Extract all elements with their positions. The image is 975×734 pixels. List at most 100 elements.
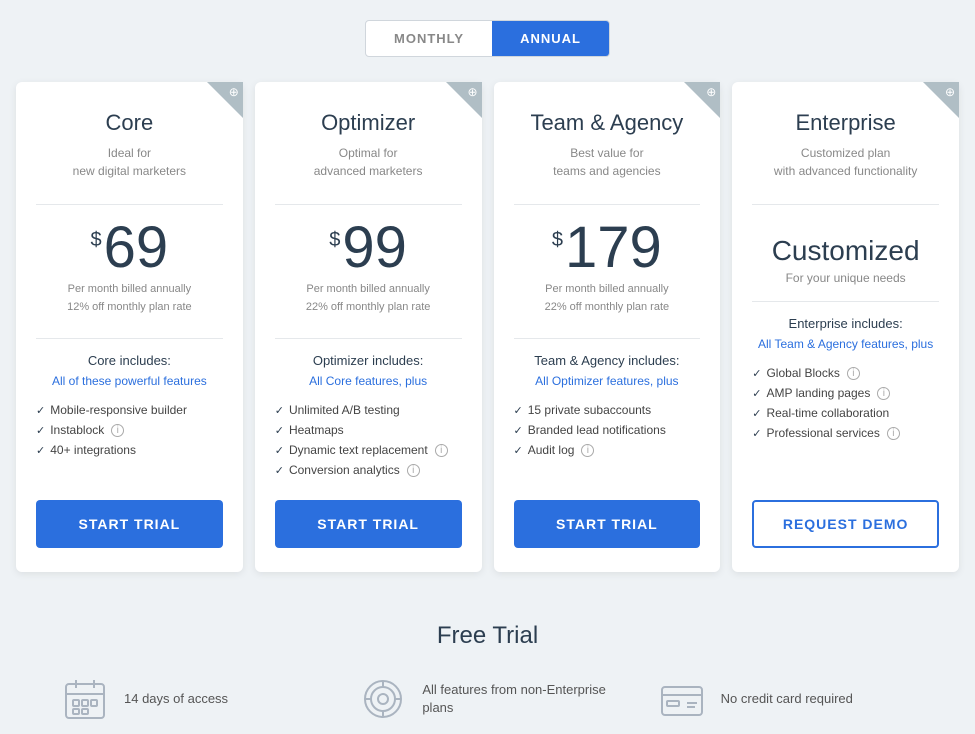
includes-label-core: Core includes: xyxy=(36,353,223,368)
price-custom-enterprise: Customized xyxy=(752,219,939,271)
free-trial-icon-calendar xyxy=(60,674,110,724)
free-trial-item-0: 14 days of access xyxy=(40,674,338,724)
feature-item: ✓ Audit log i xyxy=(514,440,701,460)
includes-link-team-agency[interactable]: All Optimizer features, plus xyxy=(514,374,701,388)
start-trial-btn-optimizer[interactable]: START TRIAL xyxy=(275,500,462,548)
checkmark-icon: ✓ xyxy=(514,404,523,417)
features-list-optimizer: ✓ Unlimited A/B testing ✓ Heatmaps ✓ Dyn… xyxy=(275,400,462,480)
info-icon[interactable]: i xyxy=(847,367,860,380)
feature-text: Branded lead notifications xyxy=(528,423,666,437)
feature-item: ✓ Instablock i xyxy=(36,420,223,440)
price-block-team-agency: $ 179 xyxy=(514,219,701,277)
free-trial-item-1: All features from non-Enterprise plans xyxy=(338,674,636,724)
feature-item: ✓ Unlimited A/B testing xyxy=(275,400,462,420)
info-icon[interactable]: i xyxy=(581,444,594,457)
plan-card-team-agency: ⊕ Team & Agency Best value forteams and … xyxy=(494,82,721,572)
feature-item: ✓ 40+ integrations xyxy=(36,440,223,460)
billing-note-core: Per month billed annually12% off monthly… xyxy=(36,281,223,316)
divider-mid-team-agency xyxy=(514,338,701,339)
divider-top-core xyxy=(36,204,223,205)
includes-label-optimizer: Optimizer includes: xyxy=(275,353,462,368)
plans-grid: ⊕ Core Ideal fornew digital marketers $ … xyxy=(0,82,975,572)
request-demo-btn-enterprise[interactable]: REQUEST DEMO xyxy=(752,500,939,548)
plan-tagline-enterprise: Customized planwith advanced functionali… xyxy=(752,144,939,180)
price-dollar-optimizer: $ xyxy=(329,229,340,252)
plan-name-team-agency: Team & Agency xyxy=(514,110,701,136)
checkmark-icon: ✓ xyxy=(275,464,284,477)
start-trial-btn-core[interactable]: START TRIAL xyxy=(36,500,223,548)
plan-badge-enterprise: ⊕ xyxy=(923,82,959,118)
includes-label-team-agency: Team & Agency includes: xyxy=(514,353,701,368)
checkmark-icon: ✓ xyxy=(275,444,284,457)
plan-tagline-core: Ideal fornew digital marketers xyxy=(36,144,223,180)
free-trial-text-0: 14 days of access xyxy=(124,690,228,708)
divider-mid-optimizer xyxy=(275,338,462,339)
feature-text: 40+ integrations xyxy=(50,443,136,457)
page-wrapper: MONTHLY ANNUAL ⊕ Core Ideal fornew digit… xyxy=(0,0,975,734)
feature-item: ✓ Real-time collaboration xyxy=(752,403,939,423)
price-amount-team-agency: 179 xyxy=(565,219,662,277)
free-trial-features: 14 days of access All features from non-… xyxy=(0,674,975,724)
badge-icon-optimizer: ⊕ xyxy=(467,86,477,98)
checkmark-icon: ✓ xyxy=(752,387,761,400)
feature-text: Real-time collaboration xyxy=(766,406,889,420)
checkmark-icon: ✓ xyxy=(752,367,761,380)
price-amount-core: 69 xyxy=(104,219,169,277)
checkmark-icon: ✓ xyxy=(36,404,45,417)
includes-label-enterprise: Enterprise includes: xyxy=(752,316,939,331)
plan-card-enterprise: ⊕ Enterprise Customized planwith advance… xyxy=(732,82,959,572)
start-trial-btn-team-agency[interactable]: START TRIAL xyxy=(514,500,701,548)
plan-badge-team-agency: ⊕ xyxy=(684,82,720,118)
plan-card-optimizer: ⊕ Optimizer Optimal foradvanced marketer… xyxy=(255,82,482,572)
toggle-container: MONTHLY ANNUAL xyxy=(365,20,610,57)
billing-toggle: MONTHLY ANNUAL xyxy=(0,20,975,57)
plan-tagline-optimizer: Optimal foradvanced marketers xyxy=(275,144,462,180)
feature-text: Heatmaps xyxy=(289,423,344,437)
feature-item: ✓ Global Blocks i xyxy=(752,363,939,383)
badge-icon-enterprise: ⊕ xyxy=(945,86,955,98)
badge-icon-core: ⊕ xyxy=(229,86,239,98)
feature-text: 15 private subaccounts xyxy=(528,403,651,417)
free-trial-section: Free Trial 14 days of access All feature… xyxy=(0,602,975,734)
checkmark-icon: ✓ xyxy=(514,444,523,457)
price-dollar-team-agency: $ xyxy=(552,229,563,252)
price-custom-sub-enterprise: For your unique needs xyxy=(752,271,939,285)
includes-link-core[interactable]: All of these powerful features xyxy=(36,374,223,388)
feature-item: ✓ Branded lead notifications xyxy=(514,420,701,440)
annual-toggle-btn[interactable]: ANNUAL xyxy=(492,21,609,56)
info-icon[interactable]: i xyxy=(111,424,124,437)
feature-text: Unlimited A/B testing xyxy=(289,403,400,417)
feature-item: ✓ AMP landing pages i xyxy=(752,383,939,403)
info-icon[interactable]: i xyxy=(887,427,900,440)
info-icon[interactable]: i xyxy=(407,464,420,477)
feature-item: ✓ Professional services i xyxy=(752,423,939,443)
feature-text: Dynamic text replacement xyxy=(289,443,428,457)
billing-note-optimizer: Per month billed annually22% off monthly… xyxy=(275,281,462,316)
divider-top-enterprise xyxy=(752,204,939,205)
billing-note-team-agency: Per month billed annually22% off monthly… xyxy=(514,281,701,316)
checkmark-icon: ✓ xyxy=(752,407,761,420)
plan-name-optimizer: Optimizer xyxy=(275,110,462,136)
feature-text: Professional services xyxy=(766,426,879,440)
info-icon[interactable]: i xyxy=(877,387,890,400)
free-trial-title: Free Trial xyxy=(0,622,975,650)
checkmark-icon: ✓ xyxy=(752,427,761,440)
free-trial-text-2: No credit card required xyxy=(721,690,853,708)
divider-top-optimizer xyxy=(275,204,462,205)
feature-item: ✓ Dynamic text replacement i xyxy=(275,440,462,460)
includes-link-enterprise[interactable]: All Team & Agency features, plus xyxy=(752,337,939,351)
price-dollar-core: $ xyxy=(91,229,102,252)
feature-text: AMP landing pages xyxy=(766,386,870,400)
divider-mid-enterprise xyxy=(752,301,939,302)
plan-badge-core: ⊕ xyxy=(207,82,243,118)
feature-text: Global Blocks xyxy=(766,366,839,380)
monthly-toggle-btn[interactable]: MONTHLY xyxy=(366,21,492,56)
price-block-core: $ 69 xyxy=(36,219,223,277)
info-icon[interactable]: i xyxy=(435,444,448,457)
divider-mid-core xyxy=(36,338,223,339)
plan-name-core: Core xyxy=(36,110,223,136)
price-amount-optimizer: 99 xyxy=(342,219,407,277)
plan-card-core: ⊕ Core Ideal fornew digital marketers $ … xyxy=(16,82,243,572)
includes-link-optimizer[interactable]: All Core features, plus xyxy=(275,374,462,388)
plan-name-enterprise: Enterprise xyxy=(752,110,939,136)
